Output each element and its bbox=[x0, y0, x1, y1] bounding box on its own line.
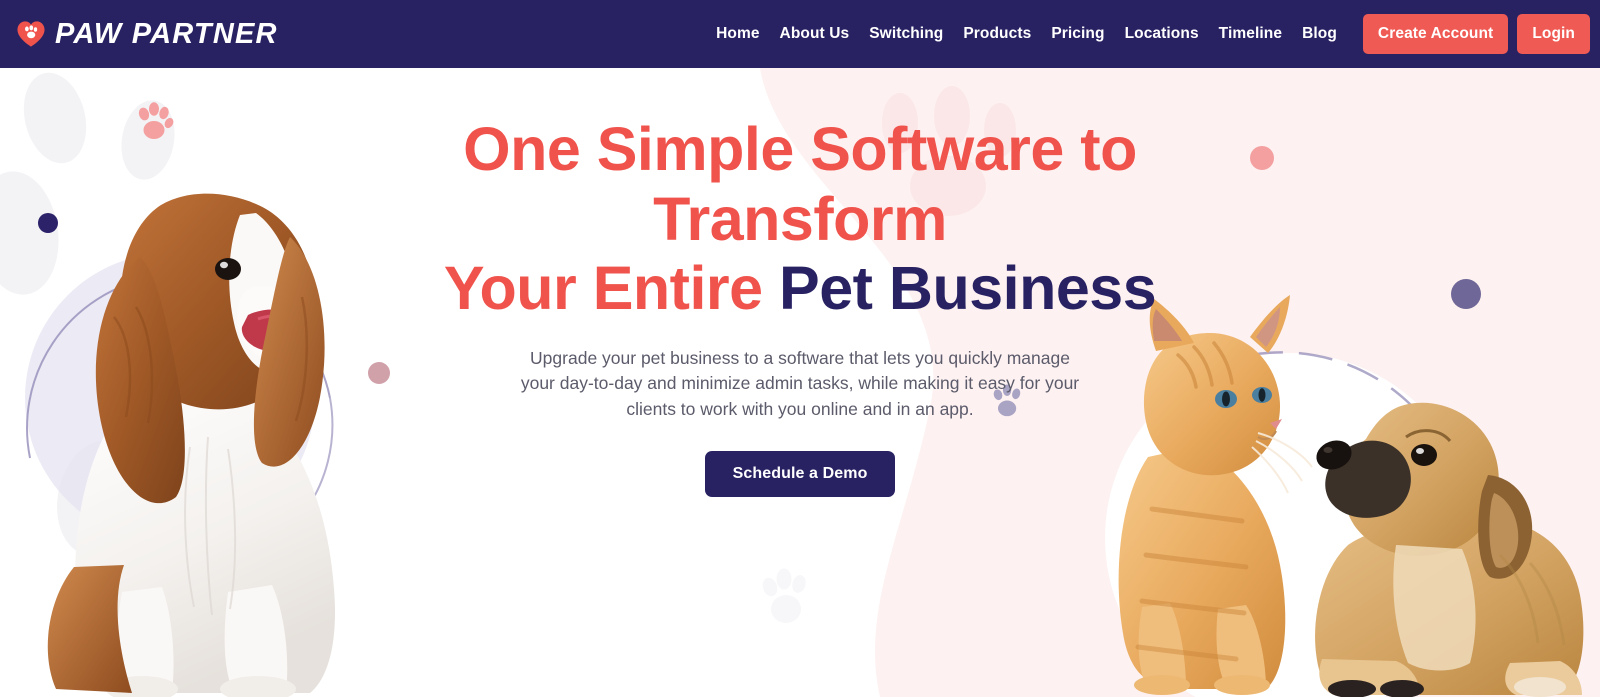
login-button[interactable]: Login bbox=[1517, 14, 1590, 54]
top-navigation-bar: PAW PARTNER Home About Us Switching Prod… bbox=[0, 0, 1600, 68]
paw-print-icon bbox=[762, 568, 806, 623]
nav-item-switching[interactable]: Switching bbox=[859, 25, 953, 43]
headline-line-2-coral: Your Entire bbox=[443, 254, 780, 323]
pink-dot bbox=[1250, 146, 1274, 170]
nav-item-pricing[interactable]: Pricing bbox=[1041, 25, 1114, 43]
heart-paw-icon bbox=[17, 21, 45, 47]
landing-page: PAW PARTNER Home About Us Switching Prod… bbox=[0, 0, 1600, 697]
nav-item-about-us[interactable]: About Us bbox=[770, 25, 860, 43]
hero-headline: One Simple Software to Transform Your En… bbox=[380, 115, 1220, 324]
spaniel-dog-photo bbox=[47, 193, 336, 697]
nav-links: Home About Us Switching Products Pricing… bbox=[706, 25, 1347, 43]
nav-item-blog[interactable]: Blog bbox=[1292, 25, 1347, 43]
nav-item-timeline[interactable]: Timeline bbox=[1209, 25, 1292, 43]
hero-content: One Simple Software to Transform Your En… bbox=[380, 115, 1220, 498]
nav-item-locations[interactable]: Locations bbox=[1115, 25, 1209, 43]
headline-line-2-navy: Pet Business bbox=[779, 254, 1157, 323]
hero-section: One Simple Software to Transform Your En… bbox=[0, 68, 1600, 697]
nav-item-home[interactable]: Home bbox=[706, 25, 769, 43]
create-account-button[interactable]: Create Account bbox=[1362, 14, 1509, 54]
brand-name: PAW PARTNER bbox=[55, 17, 278, 50]
schedule-demo-button[interactable]: Schedule a Demo bbox=[704, 451, 896, 498]
nav-right-group: Home About Us Switching Products Pricing… bbox=[706, 0, 1600, 68]
headline-line-1: One Simple Software to Transform bbox=[463, 115, 1137, 253]
hero-subtext: Upgrade your pet business to a software … bbox=[520, 347, 1080, 420]
cta-wrapper: Schedule a Demo bbox=[380, 451, 1220, 498]
brand-logo[interactable]: PAW PARTNER bbox=[16, 18, 278, 51]
nav-item-products[interactable]: Products bbox=[953, 25, 1041, 43]
